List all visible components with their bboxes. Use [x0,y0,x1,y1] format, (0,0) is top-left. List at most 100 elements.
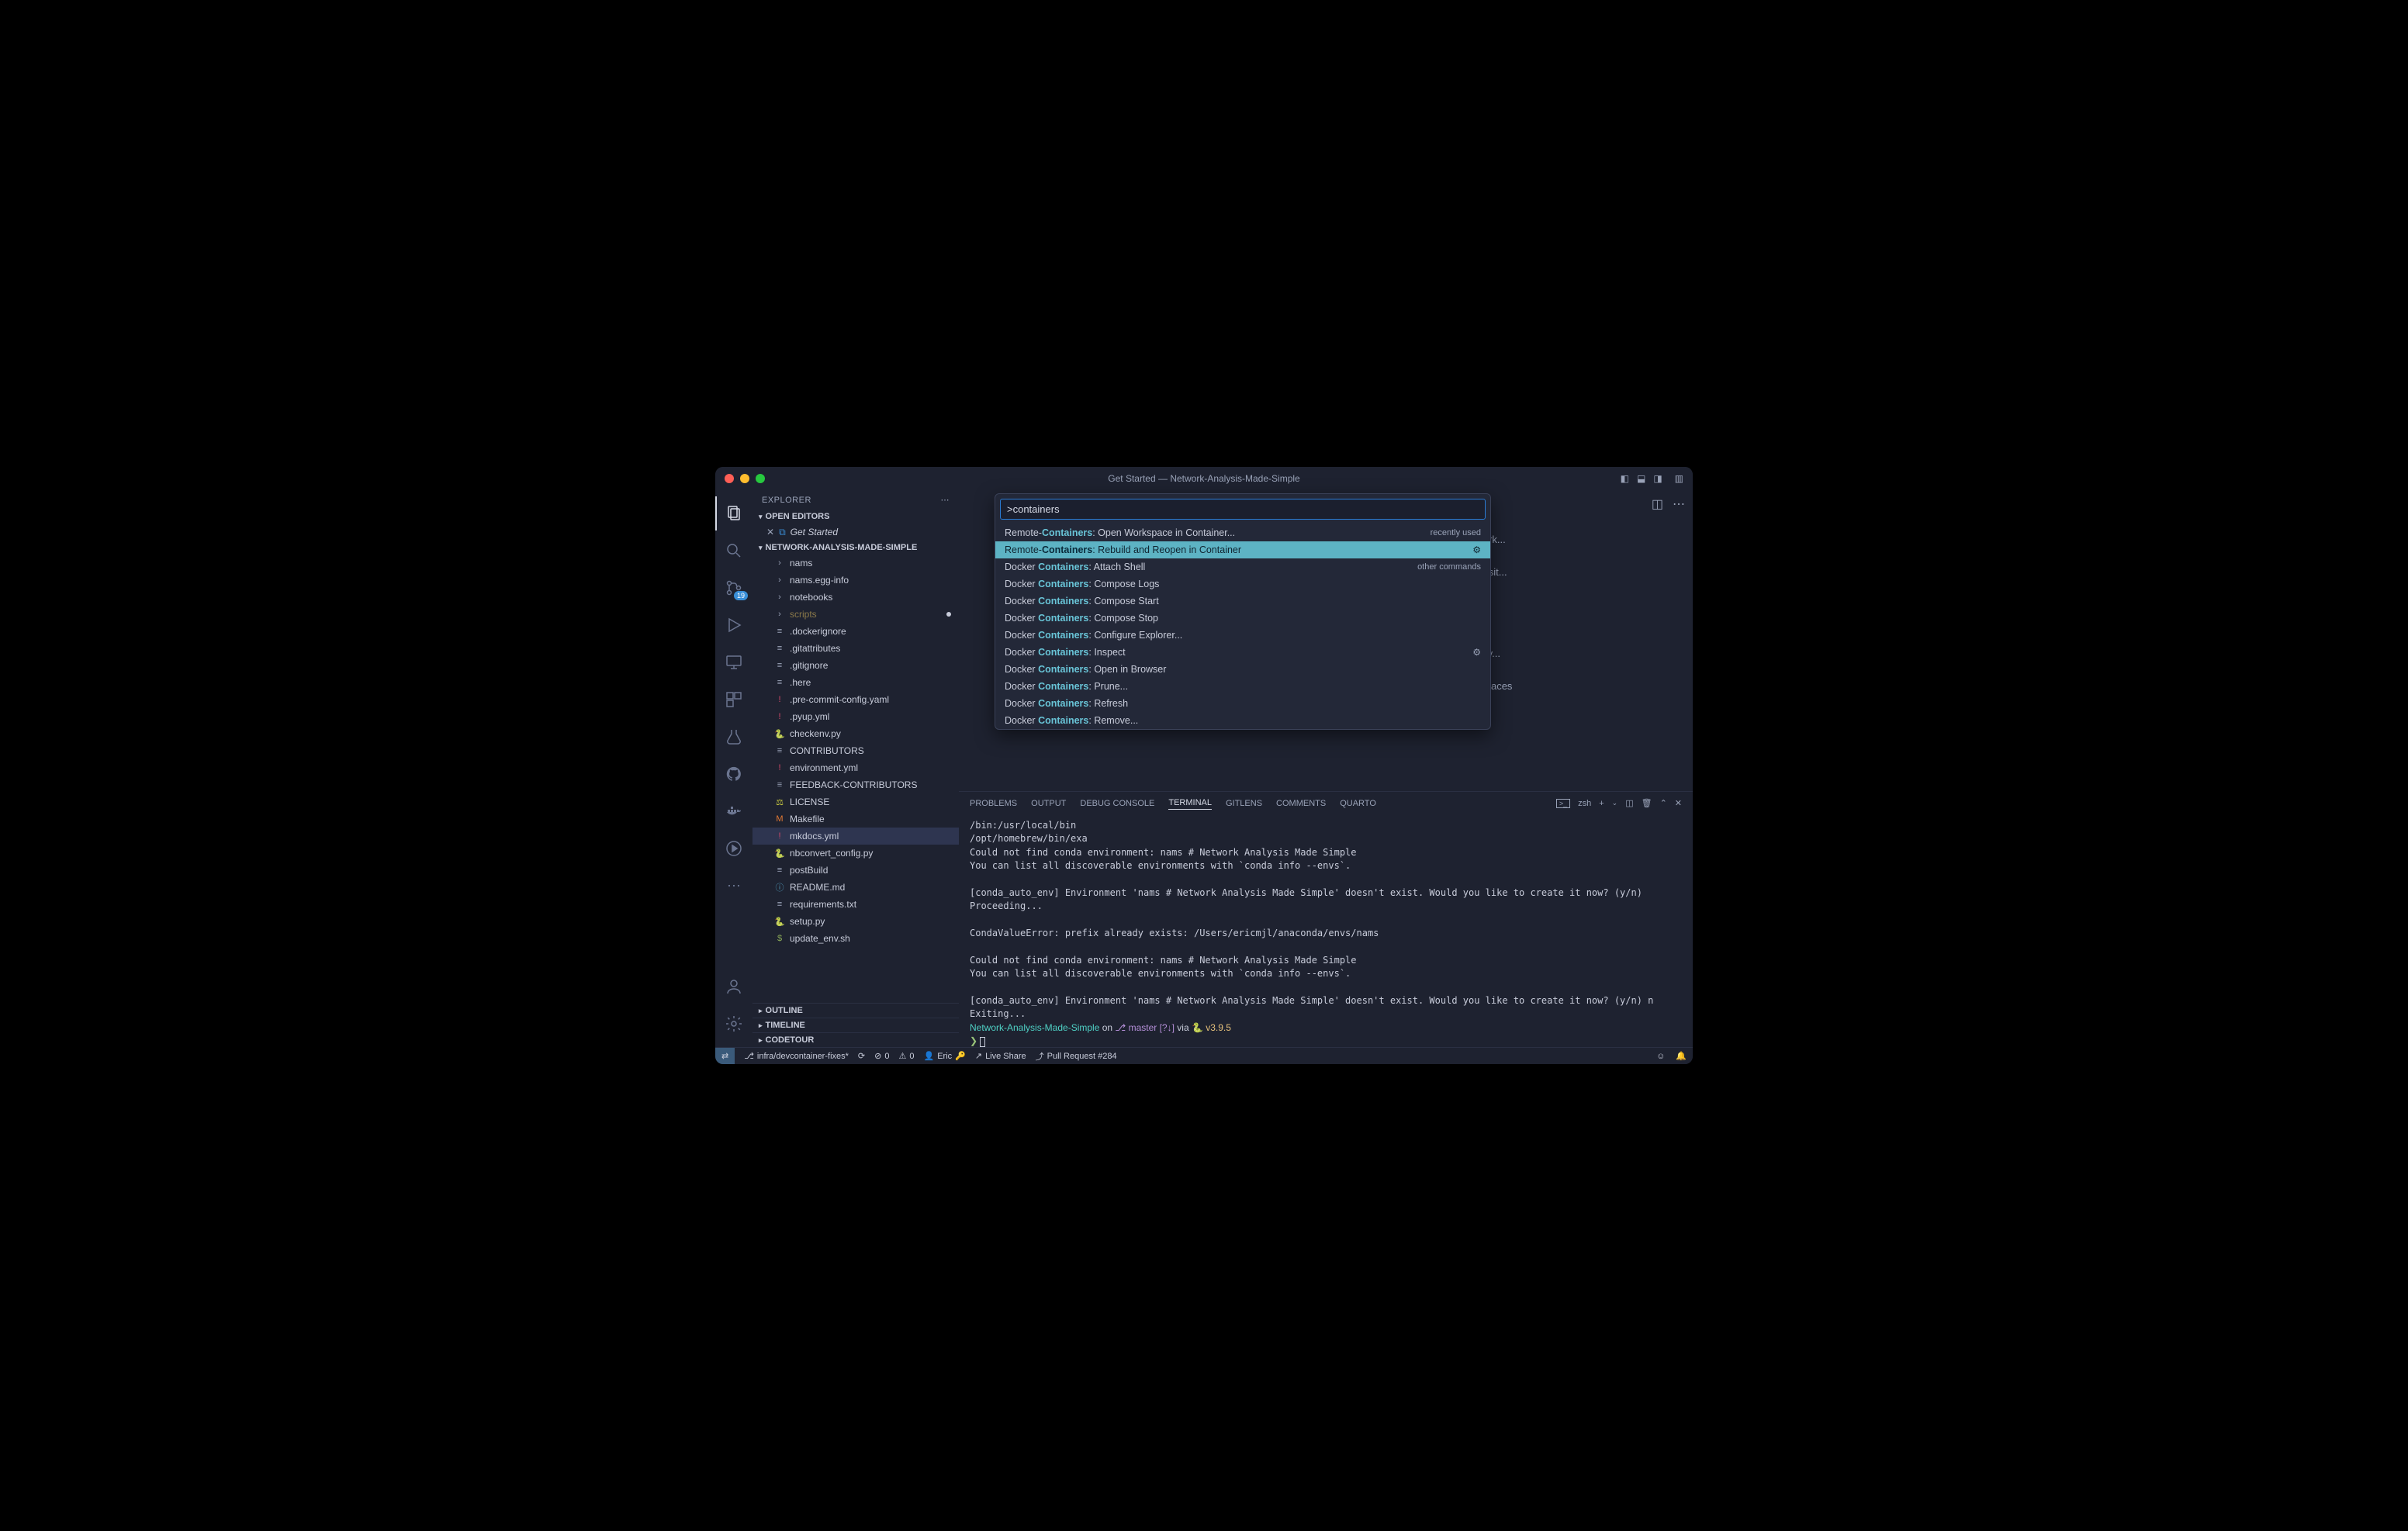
file-row[interactable]: ⚖LICENSE [752,793,959,810]
file-row[interactable]: $update_env.sh [752,930,959,947]
file-row[interactable]: !.pre-commit-config.yaml [752,691,959,708]
maximize-window-button[interactable] [756,474,765,483]
file-name: nbconvert_config.py [790,848,873,859]
layout-right-icon[interactable]: ◨ [1653,473,1662,484]
codetour-header[interactable]: ▸CODETOUR [752,1032,959,1047]
panel-tab-debug-console[interactable]: DEBUG CONSOLE [1080,797,1154,810]
open-editor-tab[interactable]: ✕ ⧉ Get Started [752,524,959,541]
status-branch[interactable]: ⎇ infra/devcontainer-fixes* [744,1051,849,1061]
command-palette-item[interactable]: Docker Containers: Inspect⚙ [995,644,1490,661]
timeline-header[interactable]: ▸TIMELINE [752,1018,959,1032]
command-palette-item[interactable]: Docker Containers: Attach Shellother com… [995,558,1490,575]
make-icon: M [774,814,785,824]
panel-tab-terminal[interactable]: TERMINAL [1168,797,1212,810]
activity-extensions[interactable] [715,683,752,717]
editor-more-icon[interactable]: ⋯ [1673,496,1685,512]
new-terminal-icon[interactable]: + [1599,799,1604,808]
open-editors-header[interactable]: ▾ OPEN EDITORS [752,510,959,524]
outline-header[interactable]: ▸OUTLINE [752,1003,959,1018]
workspace-header[interactable]: ▾ NETWORK-ANALYSIS-MADE-SIMPLE [752,541,959,555]
file-row[interactable]: !mkdocs.yml [752,828,959,845]
file-row[interactable]: !.pyup.yml [752,708,959,725]
split-terminal-icon[interactable]: ◫ [1625,798,1633,808]
file-row[interactable]: ›nams.egg-info [752,572,959,589]
panel-tab-problems[interactable]: PROBLEMS [970,797,1017,810]
activity-remote-explorer[interactable] [715,645,752,679]
yml-icon: ! [774,763,785,772]
file-row[interactable]: 🐍setup.py [752,913,959,930]
gear-icon[interactable]: ⚙ [1472,544,1481,555]
close-icon[interactable]: ✕ [766,527,774,537]
panel-tab-comments[interactable]: COMMENTS [1276,797,1326,810]
minimize-window-button[interactable] [740,474,749,483]
file-row[interactable]: ≡postBuild [752,862,959,879]
command-palette-item[interactable]: Docker Containers: Prune... [995,678,1490,695]
activity-settings[interactable] [715,1007,752,1041]
file-name: scripts [790,609,817,620]
activity-source-control[interactable]: 19 [715,571,752,605]
kill-terminal-icon[interactable]: 🗑 [1642,798,1652,808]
command-palette-item[interactable]: Docker Containers: Compose Stop [995,610,1490,627]
file-row[interactable]: ≡.gitignore [752,657,959,674]
activity-explorer[interactable] [715,496,752,530]
activity-github[interactable] [715,757,752,791]
feedback-icon[interactable]: ☺ [1656,1052,1665,1061]
file-row[interactable]: ›scripts [752,606,959,623]
terminal-dropdown-icon[interactable]: ⌄ [1612,799,1618,807]
lic-icon: ⚖ [774,797,785,807]
status-errors[interactable]: ⊘0 [874,1051,889,1061]
file-row[interactable]: !environment.yml [752,759,959,776]
command-palette-item[interactable]: Docker Containers: Compose Logs [995,575,1490,593]
status-warnings[interactable]: ⚠0 [898,1051,914,1061]
split-editor-icon[interactable]: ◫ [1652,496,1663,512]
layout-left-icon[interactable]: ◧ [1621,473,1629,484]
file-row[interactable]: 🐍checkenv.py [752,725,959,742]
layout-bottom-icon[interactable]: ⬓ [1637,473,1645,484]
command-palette-input[interactable] [1000,499,1486,520]
remote-indicator[interactable]: ⇄ [715,1048,735,1064]
terminal-shell-label[interactable]: zsh [1578,799,1591,808]
status-user[interactable]: 👤Eric🔑 [923,1051,965,1061]
panel-tab-gitlens[interactable]: GITLENS [1226,797,1262,810]
activity-account[interactable] [715,969,752,1004]
file-row[interactable]: ≡FEEDBACK-CONTRIBUTORS [752,776,959,793]
file-row[interactable]: ≡CONTRIBUTORS [752,742,959,759]
status-sync[interactable]: ⟳ [858,1051,865,1061]
command-palette-item[interactable]: Remote-Containers: Rebuild and Reopen in… [995,541,1490,558]
traffic-lights [725,474,765,483]
command-palette-item[interactable]: Docker Containers: Compose Start [995,593,1490,610]
sidebar-more-icon[interactable]: ⋯ [941,495,950,505]
gear-icon[interactable]: ⚙ [1472,647,1481,658]
activity-run-debug[interactable] [715,608,752,642]
command-palette-item[interactable]: Docker Containers: Remove... [995,712,1490,729]
activity-search[interactable] [715,534,752,568]
file-row[interactable]: ≡requirements.txt [752,896,959,913]
command-palette-item[interactable]: Docker Containers: Refresh [995,695,1490,712]
panel-tab-quarto[interactable]: QUARTO [1340,797,1376,810]
terminal-launch-icon[interactable]: >_ [1556,799,1570,808]
terminal[interactable]: /bin:/usr/local/bin /opt/homebrew/bin/ex… [959,814,1693,1047]
file-row[interactable]: ≡.dockerignore [752,623,959,640]
command-palette-item[interactable]: Docker Containers: Configure Explorer... [995,627,1490,644]
command-palette-item[interactable]: Remote-Containers: Open Workspace in Con… [995,524,1490,541]
activity-codetour[interactable] [715,831,752,866]
status-liveshare[interactable]: ↗Live Share [975,1051,1026,1061]
status-pr[interactable]: ⤴Pull Request #284 [1036,1050,1117,1063]
close-window-button[interactable] [725,474,734,483]
activity-more[interactable]: ⋯ [715,869,752,903]
close-panel-icon[interactable]: ✕ [1675,798,1682,808]
maximize-panel-icon[interactable]: ⌃ [1660,798,1667,808]
file-row[interactable]: ›notebooks [752,589,959,606]
bell-icon[interactable]: 🔔 [1676,1051,1687,1061]
file-row[interactable]: ≡.gitattributes [752,640,959,657]
file-row[interactable]: ⓘREADME.md [752,879,959,896]
activity-docker[interactable] [715,794,752,828]
activity-testing[interactable] [715,720,752,754]
file-row[interactable]: MMakefile [752,810,959,828]
command-palette-item[interactable]: Docker Containers: Open in Browser [995,661,1490,678]
file-row[interactable]: 🐍nbconvert_config.py [752,845,959,862]
panel-tab-output[interactable]: OUTPUT [1031,797,1066,810]
file-row[interactable]: ›nams [752,555,959,572]
file-row[interactable]: ≡.here [752,674,959,691]
layout-custom-icon[interactable]: ▥ [1675,473,1683,484]
